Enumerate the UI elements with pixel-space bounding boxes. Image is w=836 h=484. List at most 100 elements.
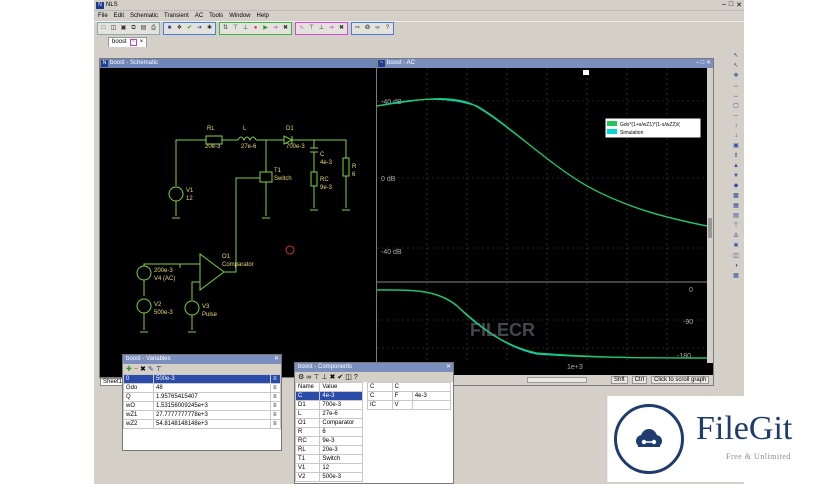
ac-icon[interactable]: ∿ — [297, 24, 306, 33]
table-row[interactable]: R6 — [294, 427, 363, 437]
menu-window[interactable]: Window — [229, 13, 250, 19]
arrow-right-icon[interactable]: ➜ — [195, 24, 204, 33]
table-row[interactable]: wZ2 54.8148148148e+3 ≡ — [123, 419, 281, 429]
check-icon[interactable]: ✔ — [185, 24, 194, 33]
legend-icon[interactable]: ▤ — [732, 212, 741, 220]
table-row[interactable]: RC 9e-3 — [294, 436, 363, 446]
hzoom-in-icon[interactable]: ↔ — [732, 82, 741, 90]
pan-icon[interactable]: ✥ — [732, 72, 741, 80]
v-fit-icon[interactable]: ▣ — [732, 142, 741, 150]
component-scope-icon[interactable]: ⊥ — [321, 373, 327, 381]
tools-icon[interactable]: ✖ — [281, 24, 290, 33]
transient-icon[interactable]: ⇅ — [221, 24, 230, 33]
table-row[interactable]: L 27e-6 — [294, 409, 363, 419]
menu-edit[interactable]: Edit — [114, 13, 124, 19]
probe-icon[interactable]: ⊤ — [231, 24, 240, 33]
table-row[interactable]: C F 4e-3 — [367, 391, 452, 401]
schematic-canvas[interactable]: RL 20e-3 L 27e-6 D1 700e-3 C 4e-3 R 6 RC… — [100, 68, 376, 377]
fit-icon[interactable]: ▢ — [732, 102, 741, 110]
pointer-icon[interactable]: ↖ — [732, 52, 741, 60]
minimize-button[interactable]: – — [722, 1, 726, 9]
components-close[interactable]: ✕ — [446, 363, 451, 372]
component-check-icon[interactable]: ✔ — [337, 373, 343, 381]
select-icon[interactable]: ↖ — [732, 62, 741, 70]
help-icon[interactable]: ? — [383, 24, 392, 33]
new-file-icon[interactable]: □ — [99, 24, 108, 33]
delete-variable-icon[interactable]: ✖ — [140, 365, 146, 373]
paste-icon[interactable]: ▤ — [139, 24, 148, 33]
cursor-b-icon[interactable]: ▼ — [732, 172, 741, 180]
print-icon[interactable]: ⎙ — [149, 24, 158, 33]
ac-tools-icon[interactable]: ✖ — [337, 24, 346, 33]
settings-icon[interactable]: ✱ — [205, 24, 214, 33]
tile-icon[interactable]: ▦ — [732, 272, 741, 280]
open-folder-icon[interactable]: ◫ — [109, 24, 118, 33]
pin-icon[interactable]: ❂ — [363, 24, 372, 33]
maximize-button[interactable]: □ — [729, 1, 733, 9]
variables-close[interactable]: ✕ — [274, 355, 279, 364]
lock-icon[interactable]: ◑ — [732, 262, 741, 270]
ac-probe-icon[interactable]: ⊤ — [307, 24, 316, 33]
copy-icon[interactable]: ⧉ — [129, 24, 138, 33]
delta-icon[interactable]: ∆ — [732, 232, 741, 240]
component-folder-icon[interactable]: ◫ — [345, 373, 352, 381]
edit-variable-icon[interactable]: ✎ — [148, 365, 154, 373]
ac-scope-icon[interactable]: ⊥ — [317, 24, 326, 33]
zoom-box-icon[interactable]: ▩ — [732, 192, 741, 200]
menu-tools[interactable]: Tools — [209, 13, 223, 19]
v-zoom-in-icon[interactable]: ↕ — [732, 122, 741, 130]
table-row[interactable]: T1 Switch — [294, 454, 363, 464]
stop-icon[interactable]: ● — [251, 24, 260, 33]
marker-icon[interactable]: ◆ — [732, 182, 741, 190]
component-help-icon[interactable]: ? — [354, 374, 358, 381]
table-row[interactable]: Gdo 48 ≡ — [123, 383, 281, 393]
tab-close-icon[interactable]: × — [140, 38, 144, 47]
table-row[interactable]: wO 1.53156009245e+3 ≡ — [123, 401, 281, 411]
ac-run-icon[interactable]: ➜ — [327, 24, 336, 33]
cursor-a-icon[interactable]: ▲ — [732, 162, 741, 170]
table-row[interactable]: D1 700e-3 — [294, 400, 363, 410]
add-variable-icon[interactable]: ✚ — [126, 365, 132, 373]
component-add-icon[interactable]: ⚙ — [298, 373, 304, 381]
table-row[interactable]: IC V — [367, 400, 452, 410]
table-row[interactable]: V1 12 — [294, 463, 363, 473]
menu-file[interactable]: File — [98, 13, 108, 19]
close-button[interactable]: ✕ — [736, 1, 742, 9]
component-tool-icon[interactable]: ✖ — [330, 373, 336, 381]
menu-schematic[interactable]: Schematic — [130, 13, 158, 19]
table-row[interactable]: RL 20e-3 — [294, 445, 363, 455]
ac-window-controls[interactable]: – □ ✕ — [696, 59, 711, 68]
ac-plot[interactable]: -40 dB 0 dB -40 dB 0 -90 -180 100 1e+3 G… — [377, 68, 713, 376]
measure-icon[interactable]: ⊤ — [732, 222, 741, 230]
table-row[interactable]: wZ1 27.7777777778e+3 ≡ — [123, 410, 281, 420]
scope-icon[interactable]: ⊥ — [241, 24, 250, 33]
save-icon[interactable]: ▣ — [119, 24, 128, 33]
hscroll-track[interactable] — [527, 377, 587, 383]
v-zoom-out-icon[interactable]: ↕ — [732, 132, 741, 140]
remove-variable-icon[interactable]: − — [134, 366, 138, 373]
ac-tab-icon[interactable]: ~ — [129, 39, 137, 46]
menu-transient[interactable]: Transient — [164, 13, 189, 19]
component-link-icon[interactable]: ∞ — [306, 374, 311, 381]
cross-icon[interactable]: ✖ — [732, 242, 741, 250]
table-row[interactable]: O1 Comparator — [294, 418, 363, 428]
v-expand-icon[interactable]: ⇕ — [732, 152, 741, 160]
step-icon[interactable]: ➜ — [271, 24, 280, 33]
run-icon[interactable]: ▶ — [261, 24, 270, 33]
calc-variable-icon[interactable]: ⊤ — [156, 365, 162, 373]
tab-boost[interactable]: boost ~ × — [108, 37, 148, 47]
grid-icon[interactable]: ▦ — [732, 202, 741, 210]
link-icon[interactable]: ∞ — [373, 24, 382, 33]
schematic-icon[interactable]: ■ — [165, 24, 174, 33]
export-icon[interactable]: ⇨ — [353, 24, 362, 33]
hzoom-out-icon[interactable]: ↔ — [732, 92, 741, 100]
component-probe-icon[interactable]: ⊤ — [313, 373, 319, 381]
table-row[interactable]: Q 1.95765415407 ≡ — [123, 392, 281, 402]
table-row[interactable]: V2 500e-3 — [294, 472, 363, 482]
component-icon[interactable]: ❖ — [175, 24, 184, 33]
table-row[interactable]: C 4e-3 — [294, 391, 363, 401]
split-icon[interactable]: ◫ — [732, 252, 741, 260]
h-expand-icon[interactable]: ⇔ — [732, 112, 741, 120]
menu-help[interactable]: Help — [257, 13, 269, 19]
table-row[interactable]: 0 500e-3 ≡ — [123, 374, 281, 384]
